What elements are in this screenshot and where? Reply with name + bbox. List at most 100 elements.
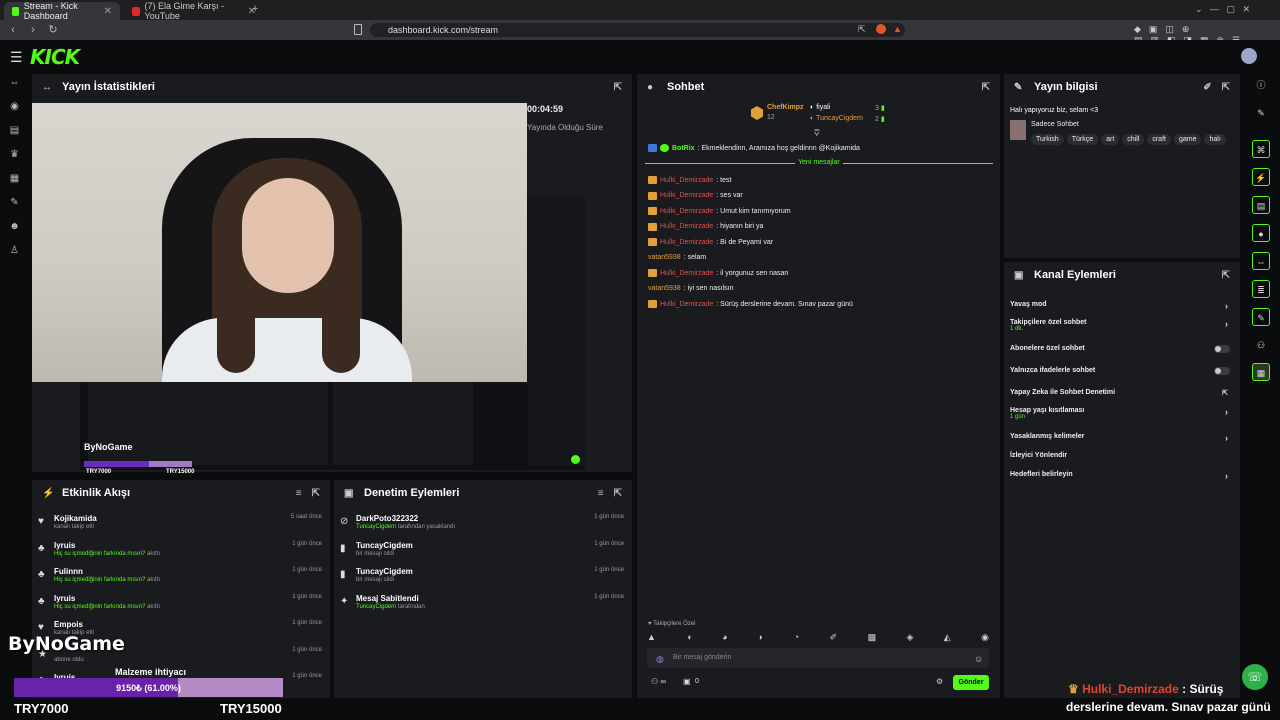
tag-chip[interactable]: halı (1204, 134, 1226, 145)
channel-action-row[interactable]: Hesap yaşı kısıtlaması 1 gün › (1010, 407, 1232, 420)
popout-icon[interactable]: ⇱ (982, 82, 990, 93)
reload-icon[interactable]: ↻ (46, 23, 60, 37)
channel-action-row[interactable]: Hedefleri belirleyin › (1010, 471, 1232, 481)
emote-icon[interactable]: ◗ (758, 632, 763, 644)
share-icon[interactable]: ⇱ (858, 24, 866, 35)
list-icon[interactable]: ≣ (1252, 280, 1270, 298)
chat-username[interactable]: Hulki_Demirzade (660, 239, 713, 246)
top-gifter-name[interactable]: ChefKimpz (767, 104, 804, 111)
channel-action-row[interactable]: Yalnızca ifadelerle sohbet (1010, 367, 1232, 375)
people-icon[interactable]: ⚇ ∞ (651, 677, 666, 686)
event-user[interactable]: Fulinnn (54, 567, 83, 576)
wrench-icon[interactable]: ✎ (1252, 308, 1270, 326)
tag-chip[interactable]: Turkish (1031, 134, 1064, 145)
new-tab-icon[interactable]: + (252, 3, 258, 15)
stream-icon[interactable]: ⇔ (8, 76, 21, 89)
video-icon[interactable]: ▦ (8, 172, 21, 185)
stream-video-preview[interactable] (32, 103, 527, 382)
library-icon[interactable]: ▤ (8, 124, 21, 137)
channel-action-row[interactable]: Yavaş mod › (1010, 301, 1232, 311)
community-icon[interactable]: ♙ (8, 244, 21, 257)
users-icon[interactable]: ☻ (8, 220, 21, 233)
gear-icon[interactable]: ⚙ (936, 677, 943, 686)
channel-action-row[interactable]: İzleyici Yönlendir (1010, 452, 1232, 459)
emoji-icon[interactable]: ☺ (974, 654, 983, 664)
url-field[interactable]: dashboard.kick.com/stream (370, 23, 905, 37)
emote-icon[interactable]: ◈ (906, 632, 913, 644)
mod-target[interactable]: DarkPoto322322 (356, 514, 418, 523)
pencil-icon[interactable]: ✎ (1252, 104, 1270, 122)
event-user[interactable]: Kojikamida (54, 514, 97, 523)
chat-username[interactable]: Hulki_Demirzade (660, 301, 713, 308)
popout-icon[interactable]: ⇱ (614, 488, 622, 499)
expand-icon[interactable]: ⩢ (814, 128, 819, 139)
microphone-icon[interactable]: ◍ (656, 654, 664, 665)
mod-target[interactable]: TuncayCigdem (356, 567, 413, 576)
tag-chip[interactable]: game (1173, 134, 1202, 145)
chat-message-input[interactable]: Bir mesaj gönderin (647, 648, 989, 668)
emote-icon[interactable]: ◔ (794, 632, 799, 644)
mod-target[interactable]: Mesaj Sabitlendi (356, 594, 419, 603)
popout-icon[interactable]: ⇱ (1222, 270, 1230, 281)
tab-youtube[interactable]: (7) Ela Gime Karşı - YouTube ✕ (124, 1, 264, 21)
chat-username[interactable]: Hulki_Demirzade (660, 223, 713, 230)
chat-username[interactable]: Hulki_Demirzade (660, 208, 713, 215)
emote-icon[interactable]: ▲ (647, 632, 656, 644)
top-gifter-2[interactable]: ◐ fiyali (810, 104, 830, 111)
emote-icon[interactable]: ◕ (722, 632, 727, 644)
tag-chip[interactable]: art (1101, 134, 1120, 145)
forward-icon[interactable]: › (26, 23, 40, 37)
popout-icon[interactable]: ⇱ (312, 488, 320, 499)
screen-icon[interactable]: ▦ (1252, 363, 1270, 381)
chat-username[interactable]: Hulki_Demirzade (660, 177, 713, 184)
emote-icon[interactable]: ▩ (868, 632, 877, 644)
close-icon[interactable]: ✕ (104, 6, 112, 17)
mod-target[interactable]: TuncayCigdem (356, 541, 413, 550)
tag-chip[interactable]: craft (1147, 134, 1171, 145)
emote-icon[interactable]: ◉ (981, 632, 989, 644)
chat-username[interactable]: vatan5938 (648, 285, 681, 292)
tag-chip[interactable]: chill (1122, 134, 1145, 145)
toggle-switch[interactable] (1214, 345, 1230, 353)
brave-shield-icon[interactable] (876, 24, 886, 34)
event-user[interactable]: Iyruis (54, 541, 75, 550)
channel-action-row[interactable]: Yasaklanmış kelimeler › (1010, 433, 1232, 443)
bolt-icon[interactable]: ⚡ (1252, 168, 1270, 186)
emote-bar[interactable]: ▲ ◖ ◕ ◗ ◔ ✐ ▩ ◈ ◭ ◉ (647, 632, 989, 644)
emote-icon[interactable]: ✐ (830, 632, 838, 644)
event-user[interactable]: Empois (54, 620, 83, 629)
toggle-switch[interactable] (1214, 367, 1230, 375)
channel-action-row[interactable]: Abonelere özel sohbet (1010, 345, 1232, 353)
event-user[interactable]: Iyruis (54, 594, 75, 603)
bookmark-icon[interactable] (354, 24, 362, 35)
chat-username[interactable]: Hulki_Demirzade (660, 192, 713, 199)
rewards-icon[interactable]: ▲ (893, 24, 902, 34)
channel-action-row[interactable]: Takipçilere özel sohbet 1 dk. › (1010, 319, 1232, 332)
channel-action-row[interactable]: Yapay Zeka ile Sohbet Denetimi ⇱ (1010, 389, 1232, 397)
avatar[interactable] (1241, 48, 1257, 64)
top-gifter-3[interactable]: ◐ TuncayCigdem (810, 115, 863, 122)
chat-username[interactable]: BotRix (672, 145, 695, 152)
filter-icon[interactable]: ≡ (296, 488, 302, 499)
chat-icon[interactable]: ● (1252, 224, 1270, 242)
help-icon[interactable]: ☏ (1242, 664, 1268, 690)
popout-icon[interactable]: ⇱ (614, 82, 622, 93)
window-controls[interactable]: ⌄ — ▢ ✕ (1195, 4, 1250, 15)
trophy-icon[interactable]: ♛ (8, 148, 21, 161)
menu-icon[interactable]: ☰ (10, 49, 23, 66)
tag-chip[interactable]: Türkçe (1066, 134, 1099, 145)
users-icon[interactable]: ⚇ (1252, 336, 1270, 354)
broadcast-icon[interactable]: ◉ (8, 100, 21, 113)
emote-icon[interactable]: ◭ (944, 632, 951, 644)
gift-icon[interactable]: ▣ (683, 677, 691, 686)
info-icon[interactable]: ⓘ (1252, 76, 1270, 94)
chat-username[interactable]: Hulki_Demirzade (660, 270, 713, 277)
popout-icon[interactable]: ⇱ (1222, 82, 1230, 93)
wrench-icon[interactable]: ✎ (8, 196, 21, 209)
send-button[interactable]: Gönder (953, 675, 989, 690)
tab-stream[interactable]: Stream - Kick Dashboard ✕ (4, 1, 120, 21)
edit-icon[interactable]: ✐ (1203, 82, 1211, 93)
chat-username[interactable]: vatan5938 (648, 254, 681, 261)
back-icon[interactable]: ‹ (6, 23, 20, 37)
widget-icon[interactable]: ⌘ (1252, 140, 1270, 158)
